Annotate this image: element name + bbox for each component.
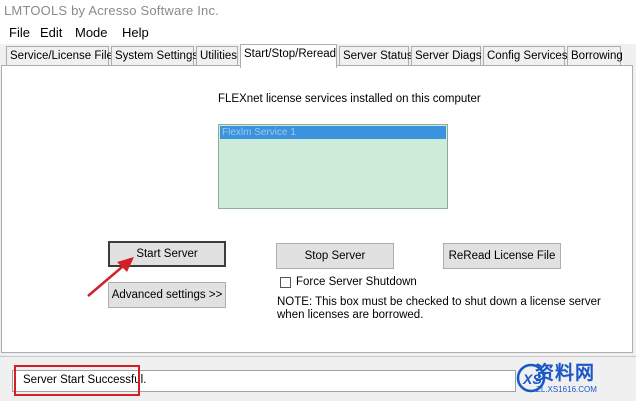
note-line-1: NOTE: This box must be checked to shut d… bbox=[277, 296, 601, 308]
services-list[interactable]: Flexlm Service 1 bbox=[218, 124, 448, 209]
tab-server-diags[interactable]: Server Diags bbox=[411, 46, 481, 66]
window-title: LMTOOLS by Acresso Software Inc. bbox=[4, 3, 219, 18]
tab-system-settings[interactable]: System Settings bbox=[111, 46, 198, 66]
status-highlight-box bbox=[14, 365, 140, 396]
tab-config-services[interactable]: Config Services bbox=[483, 46, 568, 66]
tab-start-stop-reread[interactable]: Start/Stop/Reread bbox=[240, 44, 337, 68]
tab-strip: Service/License File System Settings Uti… bbox=[0, 44, 636, 68]
force-server-shutdown-checkbox[interactable] bbox=[280, 277, 291, 288]
menu-file[interactable]: File bbox=[9, 25, 30, 40]
menu-mode[interactable]: Mode bbox=[75, 25, 108, 40]
note-line-2: when licenses are borrowed. bbox=[277, 309, 424, 321]
advanced-settings-button[interactable]: Advanced settings >> bbox=[108, 282, 226, 308]
start-server-button[interactable]: Start Server bbox=[108, 241, 226, 267]
title-bar: LMTOOLS by Acresso Software Inc. bbox=[0, 0, 636, 22]
watermark-brand: 资料网 bbox=[535, 363, 596, 384]
force-server-shutdown-label: Force Server Shutdown bbox=[296, 276, 417, 288]
reread-license-file-button[interactable]: ReRead License File bbox=[443, 243, 561, 269]
menu-edit[interactable]: Edit bbox=[40, 25, 62, 40]
tab-borrowing[interactable]: Borrowing bbox=[567, 46, 623, 66]
tab-server-status[interactable]: Server Status bbox=[339, 46, 413, 66]
tab-service-license-file[interactable]: Service/License File bbox=[6, 46, 113, 66]
stop-server-button[interactable]: Stop Server bbox=[276, 243, 394, 269]
menu-bar: File Edit Mode Help bbox=[0, 22, 636, 44]
services-header: FLEXnet license services installed on th… bbox=[218, 93, 481, 105]
services-list-selected-item[interactable]: Flexlm Service 1 bbox=[220, 126, 446, 139]
menu-help[interactable]: Help bbox=[122, 25, 149, 40]
watermark-url: ZL.XS1616.COM bbox=[536, 385, 597, 394]
tab-utilities[interactable]: Utilities bbox=[196, 46, 238, 66]
